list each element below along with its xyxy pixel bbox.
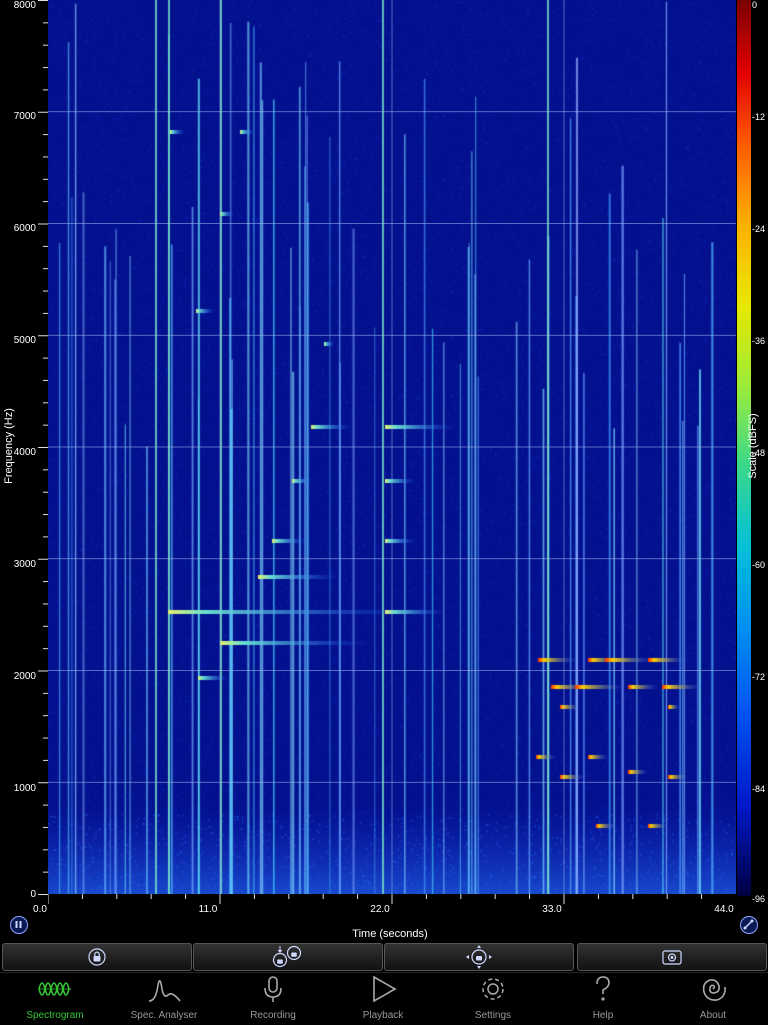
tab-label: Help (592, 1010, 614, 1021)
colorbar-tick: -12 (752, 112, 766, 122)
y-axis-label: Frequency (Hz) (3, 408, 15, 484)
tab-label: Recording (250, 1010, 296, 1021)
colorbar-label: Scale (dBFS) (747, 413, 759, 479)
y-tick-label: 8000 (13, 0, 36, 11)
pause-button[interactable] (10, 916, 28, 934)
microphone-icon (264, 976, 282, 1002)
toolbar (0, 941, 768, 971)
colorbar-tick: -60 (752, 560, 766, 570)
y-tick-label: 2000 (13, 671, 36, 682)
gear-icon (482, 978, 504, 1000)
y-tick-label: 7000 (13, 111, 36, 122)
camera-icon (662, 950, 682, 965)
x-axis-label: Time (seconds) (352, 928, 428, 940)
tab-label: Settings (474, 1010, 512, 1021)
pan-lock-button[interactable] (384, 943, 574, 971)
tab-help[interactable]: Help (548, 975, 658, 1023)
x-tick-label: 0.0 (33, 904, 47, 915)
y-tick-label: 0 (30, 889, 36, 900)
colorbar-tick: -96 (752, 894, 766, 904)
x-tick-label: 11.0 (198, 904, 218, 915)
colorbar-tick: -72 (752, 672, 766, 682)
y-tick-label: 3000 (13, 559, 36, 570)
play-icon (373, 975, 397, 1003)
tab-settings[interactable]: Settings (438, 975, 548, 1023)
colorbar-tick: -36 (752, 336, 766, 346)
pan-lock-icon (466, 945, 492, 969)
tab-bar: Spectrogram Spec. Analyser Recording Pla… (0, 972, 768, 1025)
tab-label: Playback (362, 1010, 404, 1021)
colorbar-tick: -24 (752, 224, 766, 234)
tab-spectrogram[interactable]: Spectrogram (0, 975, 110, 1023)
colorbar-tick: 0 (752, 0, 758, 10)
x-tick-label: 33.0 (542, 904, 562, 915)
tab-label: Spectrogram (26, 1010, 84, 1021)
zoom-lock-button[interactable] (193, 943, 383, 971)
y-axis-ticks (38, 0, 48, 895)
x-tick-label: 22.0 (370, 904, 390, 915)
tab-label: About (699, 1010, 727, 1021)
expand-button[interactable] (740, 916, 758, 934)
waveform-icon (38, 982, 71, 996)
diagonal-arrow-icon (743, 919, 754, 930)
y-tick-label: 6000 (13, 223, 36, 234)
tab-spec-analyser[interactable]: Spec. Analyser (109, 975, 219, 1023)
vertical-zoom-lock-icon (272, 945, 302, 968)
spectrogram-plot[interactable] (48, 0, 736, 894)
tab-playback[interactable]: Playback (328, 975, 438, 1023)
y-tick-label: 5000 (13, 335, 36, 346)
tab-about[interactable]: About (658, 975, 768, 1023)
pause-icon (15, 921, 22, 928)
y-tick-label: 1000 (13, 783, 36, 794)
lock-button[interactable] (2, 943, 192, 971)
snapshot-button[interactable] (577, 943, 767, 971)
spiral-icon (702, 979, 726, 1001)
colorbar-tick: -84 (752, 784, 766, 794)
lock-icon (88, 948, 106, 966)
tab-recording[interactable]: Recording (218, 975, 328, 1023)
plot-grid (48, 0, 736, 894)
question-icon (596, 976, 610, 1001)
x-tick-label: 44.0 (714, 904, 734, 915)
tab-label: Spec. Analyser (130, 1010, 198, 1021)
x-axis-ticks (48, 894, 703, 904)
peak-icon (148, 980, 181, 1002)
